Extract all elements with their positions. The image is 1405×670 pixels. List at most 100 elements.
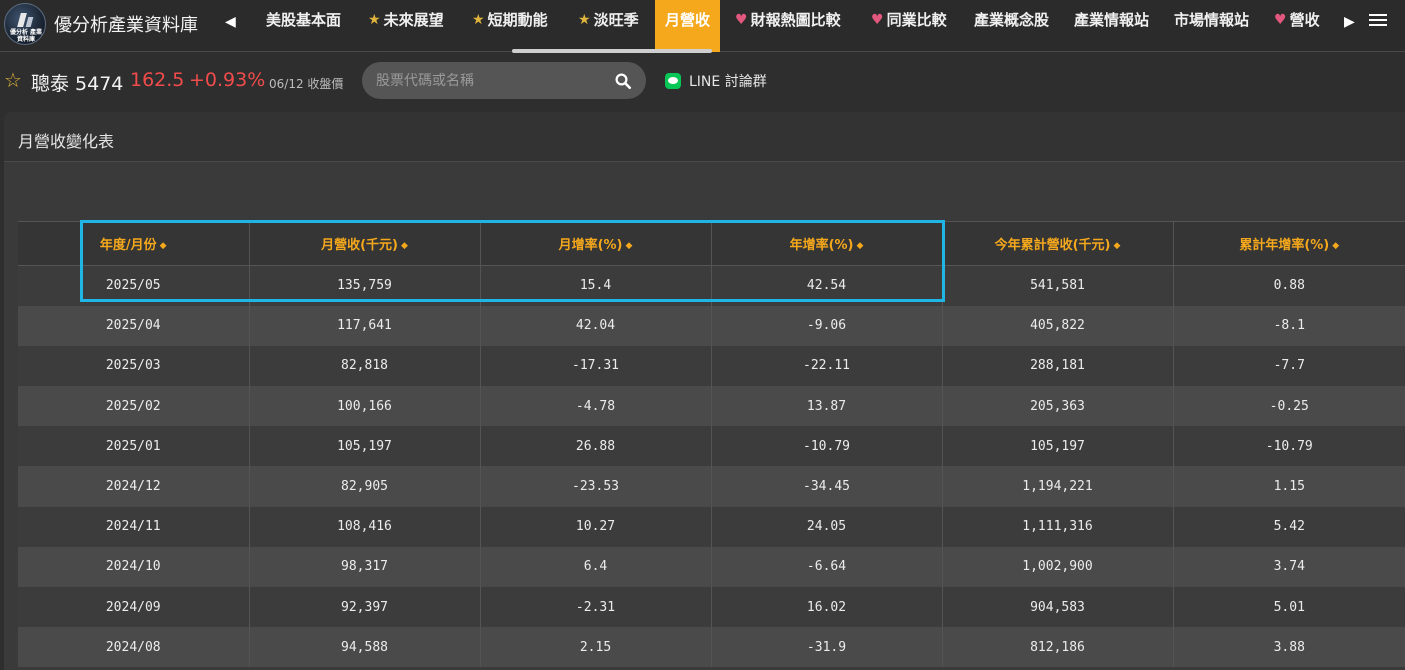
sort-icon[interactable]: ◆ — [1113, 241, 1120, 251]
search-box — [362, 62, 646, 99]
nav-item-3[interactable]: ★ 淡旺季 — [578, 0, 639, 52]
sort-icon[interactable]: ◆ — [160, 241, 167, 251]
column-header-1[interactable]: 月營收(千元) ◆ — [249, 221, 481, 266]
table-cell: -0.25 — [1173, 386, 1405, 427]
nav-item-label: 產業情報站 — [1074, 11, 1150, 29]
nav-item-1[interactable]: ★ 未來展望 — [368, 0, 444, 52]
table-row: 2024/09 92,397 -2.31 16.02 904,583 5.01 — [18, 587, 1405, 628]
table-cell: -10.79 — [711, 426, 943, 467]
table-cell: 5.01 — [1173, 587, 1405, 628]
table-cell: 812,186 — [942, 627, 1174, 668]
table-cell: 1,111,316 — [942, 506, 1174, 547]
table-row: 2025/01 105,197 26.88 -10.79 105,197 -10.79 — [18, 426, 1405, 467]
stock-date-note: 06/12 收盤價 — [269, 77, 344, 91]
table-cell: 1,002,900 — [942, 546, 1174, 587]
column-header-4[interactable]: 今年累計營收(千元) ◆ — [942, 221, 1174, 266]
search-input[interactable] — [376, 62, 606, 99]
panel-header: 月營收變化表 — [4, 112, 1405, 162]
table-row: 2024/08 94,588 2.15 -31.9 812,186 3.88 — [18, 627, 1405, 668]
nav-item-10[interactable]: ♥ 營收 — [1274, 0, 1320, 52]
table-cell: 117,641 — [249, 305, 481, 346]
table-cell: -34.45 — [711, 466, 943, 507]
table-cell: 2024/09 — [18, 587, 250, 628]
table-cell: 92,397 — [249, 587, 481, 628]
table-row: 2024/10 98,317 6.4 -6.64 1,002,900 3.74 — [18, 546, 1405, 587]
table-cell: 13.87 — [711, 386, 943, 427]
table-cell: 42.54 — [711, 265, 943, 306]
table-cell: -31.9 — [711, 627, 943, 668]
nav-item-4[interactable]: 月營收 — [655, 0, 721, 52]
table-cell: 205,363 — [942, 386, 1174, 427]
line-icon — [665, 73, 681, 89]
table-row: 2025/02 100,166 -4.78 13.87 205,363 -0.25 — [18, 386, 1405, 427]
column-header-3[interactable]: 年增率(%) ◆ — [711, 221, 943, 266]
monthly-revenue-table: 年度/月份 ◆ 月營收(千元) ◆ 月增率(%) ◆ 年增率(%) ◆ 今年累計營收(千元) ◆ 累… — [18, 221, 1405, 668]
table-cell: 2024/08 — [18, 627, 250, 668]
nav-item-label: 淡旺季 — [593, 11, 639, 29]
table-cell: 405,822 — [942, 305, 1174, 346]
nav-item-label: 財報熱圖比較 — [750, 11, 841, 29]
sort-icon[interactable]: ◆ — [626, 241, 633, 251]
table-cell: 105,197 — [249, 426, 481, 467]
table-cell: 15.4 — [480, 265, 712, 306]
table-cell: -8.1 — [1173, 305, 1405, 346]
table-cell: 82,905 — [249, 466, 481, 507]
table-cell: 105,197 — [942, 426, 1174, 467]
nav-item-label: 未來展望 — [383, 11, 444, 29]
column-header-5[interactable]: 累計年增率(%) ◆ — [1173, 221, 1405, 266]
top-nav: 優分析 產業資料庫 優分析產業資料庫 ◀ 美股基本面 ★ 未來展望 ★ 短期動能 ★ 淡旺季… — [0, 0, 1405, 53]
table-cell: 2025/03 — [18, 345, 250, 387]
sort-icon[interactable]: ◆ — [857, 241, 864, 251]
sort-icon[interactable]: ◆ — [1332, 241, 1339, 251]
table-cell: 24.05 — [711, 506, 943, 547]
nav-item-7[interactable]: 產業概念股 — [974, 0, 1049, 52]
table-cell: 2024/11 — [18, 506, 250, 547]
stock-change: +0.93% — [189, 69, 266, 91]
nav-item-2[interactable]: ★ 短期動能 — [472, 0, 548, 52]
table-cell: 3.88 — [1173, 627, 1405, 668]
line-group-link[interactable]: LINE 討論群 — [665, 71, 767, 91]
column-header-label: 年增率(%) — [789, 238, 854, 253]
nav-item-0[interactable]: 美股基本面 — [266, 0, 341, 52]
nav-item-label: 美股基本面 — [266, 11, 342, 29]
favorite-star-icon[interactable]: ☆ — [4, 68, 22, 92]
table-cell: 288,181 — [942, 345, 1174, 387]
column-header-label: 今年累計營收(千元) — [994, 238, 1111, 253]
table-cell: -2.31 — [480, 587, 712, 628]
nav-item-9[interactable]: 市場情報站 — [1174, 0, 1249, 52]
table-cell: -22.11 — [711, 345, 943, 387]
table-header-row: 年度/月份 ◆ 月營收(千元) ◆ 月增率(%) ◆ 年增率(%) ◆ 今年累計營收(千元) ◆ 累… — [18, 221, 1405, 266]
table-cell: 2.15 — [480, 627, 712, 668]
table-cell: -23.53 — [480, 466, 712, 507]
nav-scroll-right-icon[interactable]: ▶ — [1344, 14, 1355, 30]
table-cell: -9.06 — [711, 305, 943, 346]
panel-title: 月營收變化表 — [18, 132, 115, 151]
table-cell: 904,583 — [942, 587, 1174, 628]
nav-item-label: 營收 — [1289, 11, 1320, 29]
table-cell: -7.7 — [1173, 345, 1405, 387]
hamburger-menu-icon[interactable] — [1369, 11, 1389, 29]
column-header-label: 月增率(%) — [558, 238, 623, 253]
nav-item-5[interactable]: ♥ 財報熱圖比較 — [735, 0, 841, 52]
table-cell: 82,818 — [249, 345, 481, 387]
nav-item-6[interactable]: ♥ 同業比較 — [871, 0, 947, 52]
stock-name: 聰泰 5474 — [31, 73, 124, 95]
column-header-0[interactable]: 年度/月份 ◆ — [18, 221, 250, 266]
nav-item-8[interactable]: 產業情報站 — [1074, 0, 1149, 52]
table-cell: 541,581 — [942, 265, 1174, 306]
table-cell: 135,759 — [249, 265, 481, 306]
table-cell: 3.74 — [1173, 546, 1405, 587]
sort-icon[interactable]: ◆ — [401, 241, 408, 251]
table-cell: 0.88 — [1173, 265, 1405, 306]
table-cell: 5.42 — [1173, 506, 1405, 547]
table-row: 2025/03 82,818 -17.31 -22.11 288,181 -7.7 — [18, 345, 1405, 387]
column-header-label: 月營收(千元) — [321, 238, 398, 253]
table-row: 2025/05 135,759 15.4 42.54 541,581 0.88 — [18, 265, 1405, 306]
column-header-2[interactable]: 月增率(%) ◆ — [480, 221, 712, 266]
heart-icon: ♥ — [871, 12, 884, 28]
nav-item-label: 產業概念股 — [974, 11, 1050, 29]
table-cell: 42.04 — [480, 305, 712, 346]
line-group-label: LINE 討論群 — [689, 74, 767, 90]
search-icon[interactable] — [614, 72, 632, 90]
table-cell: 94,588 — [249, 627, 481, 668]
